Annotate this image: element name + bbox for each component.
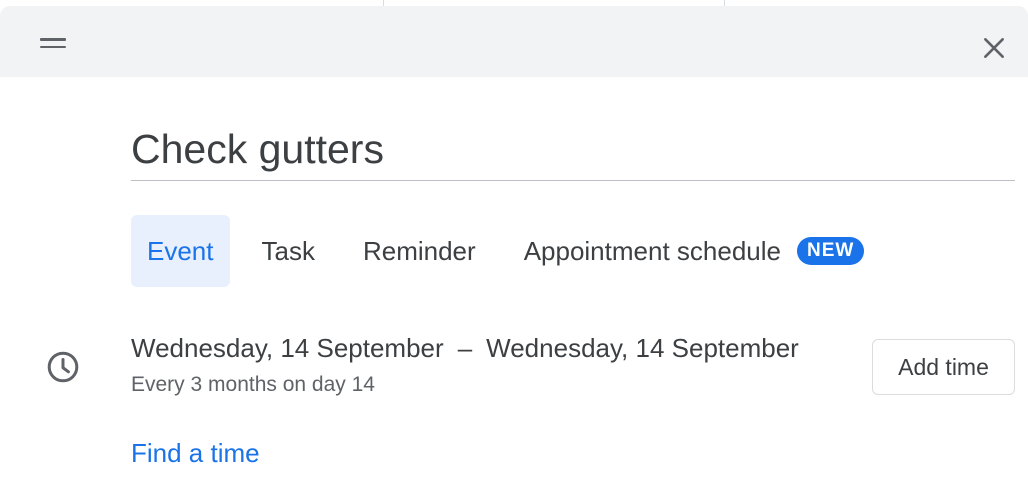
close-icon <box>984 38 1004 58</box>
date-separator: – <box>457 333 473 363</box>
close-button[interactable] <box>972 26 1016 70</box>
find-a-time-link[interactable]: Find a time <box>131 438 260 469</box>
event-title-input[interactable] <box>131 122 1011 176</box>
event-title-field <box>131 122 1015 181</box>
dialog-header <box>0 6 1028 77</box>
date-range: Wednesday, 14 September – Wednesday, 14 Se… <box>131 333 799 364</box>
clock-icon <box>47 351 79 383</box>
new-badge: NEW <box>796 237 865 265</box>
drag-handle-icon[interactable] <box>40 38 66 48</box>
tab-event[interactable]: Event <box>131 215 230 287</box>
add-time-button[interactable]: Add time <box>872 339 1015 395</box>
tab-label: Task <box>261 235 315 266</box>
end-date[interactable]: Wednesday, 14 September <box>486 333 799 363</box>
recurrence-selector[interactable]: Every 3 months on day 14 <box>131 373 375 397</box>
start-date[interactable]: Wednesday, 14 September <box>131 333 444 363</box>
tab-appointment-schedule[interactable]: Appointment schedule NEW <box>508 215 881 287</box>
tab-label: Reminder <box>362 235 476 266</box>
tab-label: Appointment schedule <box>523 235 781 266</box>
tab-label: Event <box>147 235 214 266</box>
tab-task[interactable]: Task <box>246 215 331 287</box>
tab-reminder[interactable]: Reminder <box>347 215 492 287</box>
event-type-tabs: Event Task Reminder Appointment schedule… <box>131 215 896 287</box>
